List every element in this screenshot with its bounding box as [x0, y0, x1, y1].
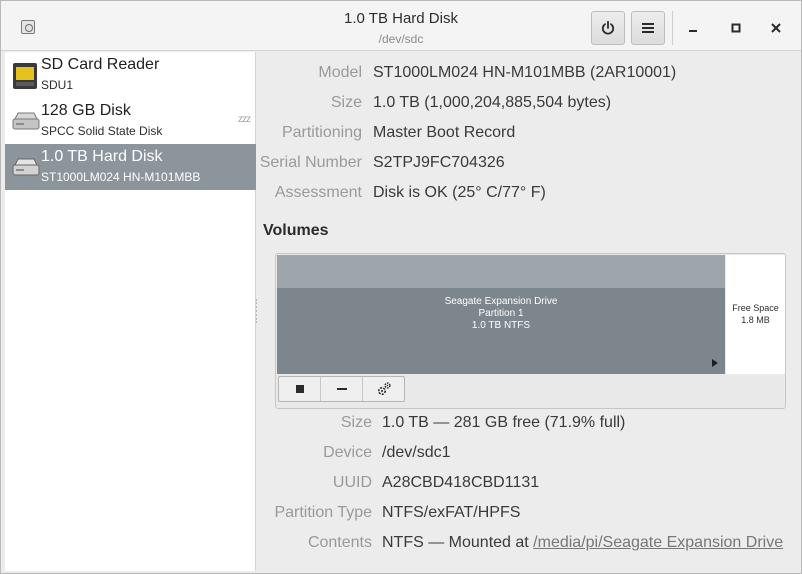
device-list: SD Card Reader SDU1 128 GB Disk SPCC Sol…: [5, 52, 256, 571]
close-icon: [771, 23, 781, 33]
device-name: SD Card Reader: [41, 56, 160, 73]
serial-number-label: Serial Number: [259, 154, 362, 171]
free-space-label: Free Space 1.8 MB: [726, 302, 785, 326]
size-value: 1.0 TB (1,000,204,885,504 bytes): [373, 94, 612, 111]
contents-prefix: NTFS — Mounted at: [382, 534, 534, 551]
power-icon: [601, 20, 615, 35]
sd-card-icon: [13, 63, 37, 89]
delete-partition-button[interactable]: [321, 377, 363, 401]
device-name: 1.0 TB Hard Disk: [41, 148, 163, 165]
mounted-indicator-icon: [712, 359, 718, 367]
maximize-button[interactable]: [723, 15, 749, 41]
partition-usage-bar: [277, 255, 725, 288]
model-value: ST1000LM024 HN-M101MBB (2AR10001): [373, 64, 677, 81]
header-bar: 1.0 TB Hard Disk /dev/sdc: [1, 1, 801, 51]
partition-name: Seagate Expansion Drive: [444, 296, 558, 307]
maximize-icon: [731, 23, 741, 33]
partitioning-label: Partitioning: [281, 124, 362, 141]
size-label: Size: [330, 94, 362, 111]
serial-number-value: S2TPJ9FC704326: [373, 154, 505, 171]
partition-options-button[interactable]: [363, 377, 404, 401]
partition-type-label: Partition Type: [274, 504, 372, 521]
close-button[interactable]: [763, 15, 789, 41]
minus-icon: [336, 388, 347, 390]
device-name: 128 GB Disk: [41, 102, 131, 119]
drive-menu-button[interactable]: [631, 11, 665, 45]
header-separator: [672, 11, 673, 45]
volume-size-value: 1.0 TB — 281 GB free (71.9% full): [382, 414, 626, 431]
power-off-button[interactable]: [591, 11, 625, 45]
partition-type-value: NTFS/exFAT/HPFS: [382, 504, 521, 521]
standby-indicator-icon: zzz: [238, 114, 251, 125]
disks-window: 1.0 TB Hard Disk /dev/sdc SD Card Reader…: [0, 0, 802, 574]
minimize-icon: [689, 30, 697, 32]
free-space-block[interactable]: Free Space 1.8 MB: [726, 255, 785, 374]
contents-value: NTFS — Mounted at /media/pi/Seagate Expa…: [382, 534, 783, 552]
hard-disk-icon: [12, 158, 40, 176]
volumes-heading: Volumes: [263, 222, 329, 239]
partition-size-type: 1.0 TB NTFS: [471, 320, 531, 331]
unmount-button[interactable]: [279, 377, 321, 401]
device-value: /dev/sdc1: [382, 444, 451, 461]
device-subtitle: SPCC Solid State Disk: [41, 124, 163, 138]
partition-number: Partition 1: [478, 308, 524, 319]
free-space-title: Free Space: [732, 303, 779, 313]
device-item-128gb-disk[interactable]: 128 GB Disk SPCC Solid State Disk zzz: [5, 98, 256, 144]
device-item-1tb-hard-disk[interactable]: 1.0 TB Hard Disk ST1000LM024 HN-M101MBB: [5, 144, 256, 190]
contents-label: Contents: [307, 534, 372, 551]
free-space-size: 1.8 MB: [741, 315, 770, 325]
minimize-button[interactable]: [680, 15, 706, 41]
uuid-label: UUID: [332, 474, 372, 491]
assessment-value: Disk is OK (25° C/77° F): [373, 184, 546, 201]
hamburger-menu-icon: [642, 23, 654, 33]
hard-disk-icon: [12, 112, 40, 130]
volume-toolbar: [278, 376, 405, 402]
device-item-sd-card-reader[interactable]: SD Card Reader SDU1: [5, 52, 256, 98]
volume-map: Seagate Expansion Drive Partition 1 1.0 …: [275, 253, 786, 409]
model-label: Model: [318, 64, 362, 81]
device-subtitle: ST1000LM024 HN-M101MBB: [41, 170, 201, 184]
uuid-value: A28CBD418CBD1131: [382, 474, 540, 491]
gears-icon: [377, 382, 391, 396]
mount-point-link[interactable]: /media/pi/Seagate Expansion Drive: [533, 534, 783, 551]
volume-size-label: Size: [340, 414, 372, 431]
stop-icon: [295, 385, 304, 393]
device-label: Device: [323, 444, 372, 461]
disk-details-panel: Model ST1000LM024 HN-M101MBB (2AR10001) …: [257, 52, 801, 571]
device-subtitle: SDU1: [41, 78, 74, 92]
partition-label: Seagate Expansion Drive Partition 1 1.0 …: [277, 296, 725, 332]
partition-block[interactable]: Seagate Expansion Drive Partition 1 1.0 …: [277, 255, 725, 374]
assessment-label: Assessment: [274, 184, 362, 201]
partitioning-value: Master Boot Record: [373, 124, 516, 141]
